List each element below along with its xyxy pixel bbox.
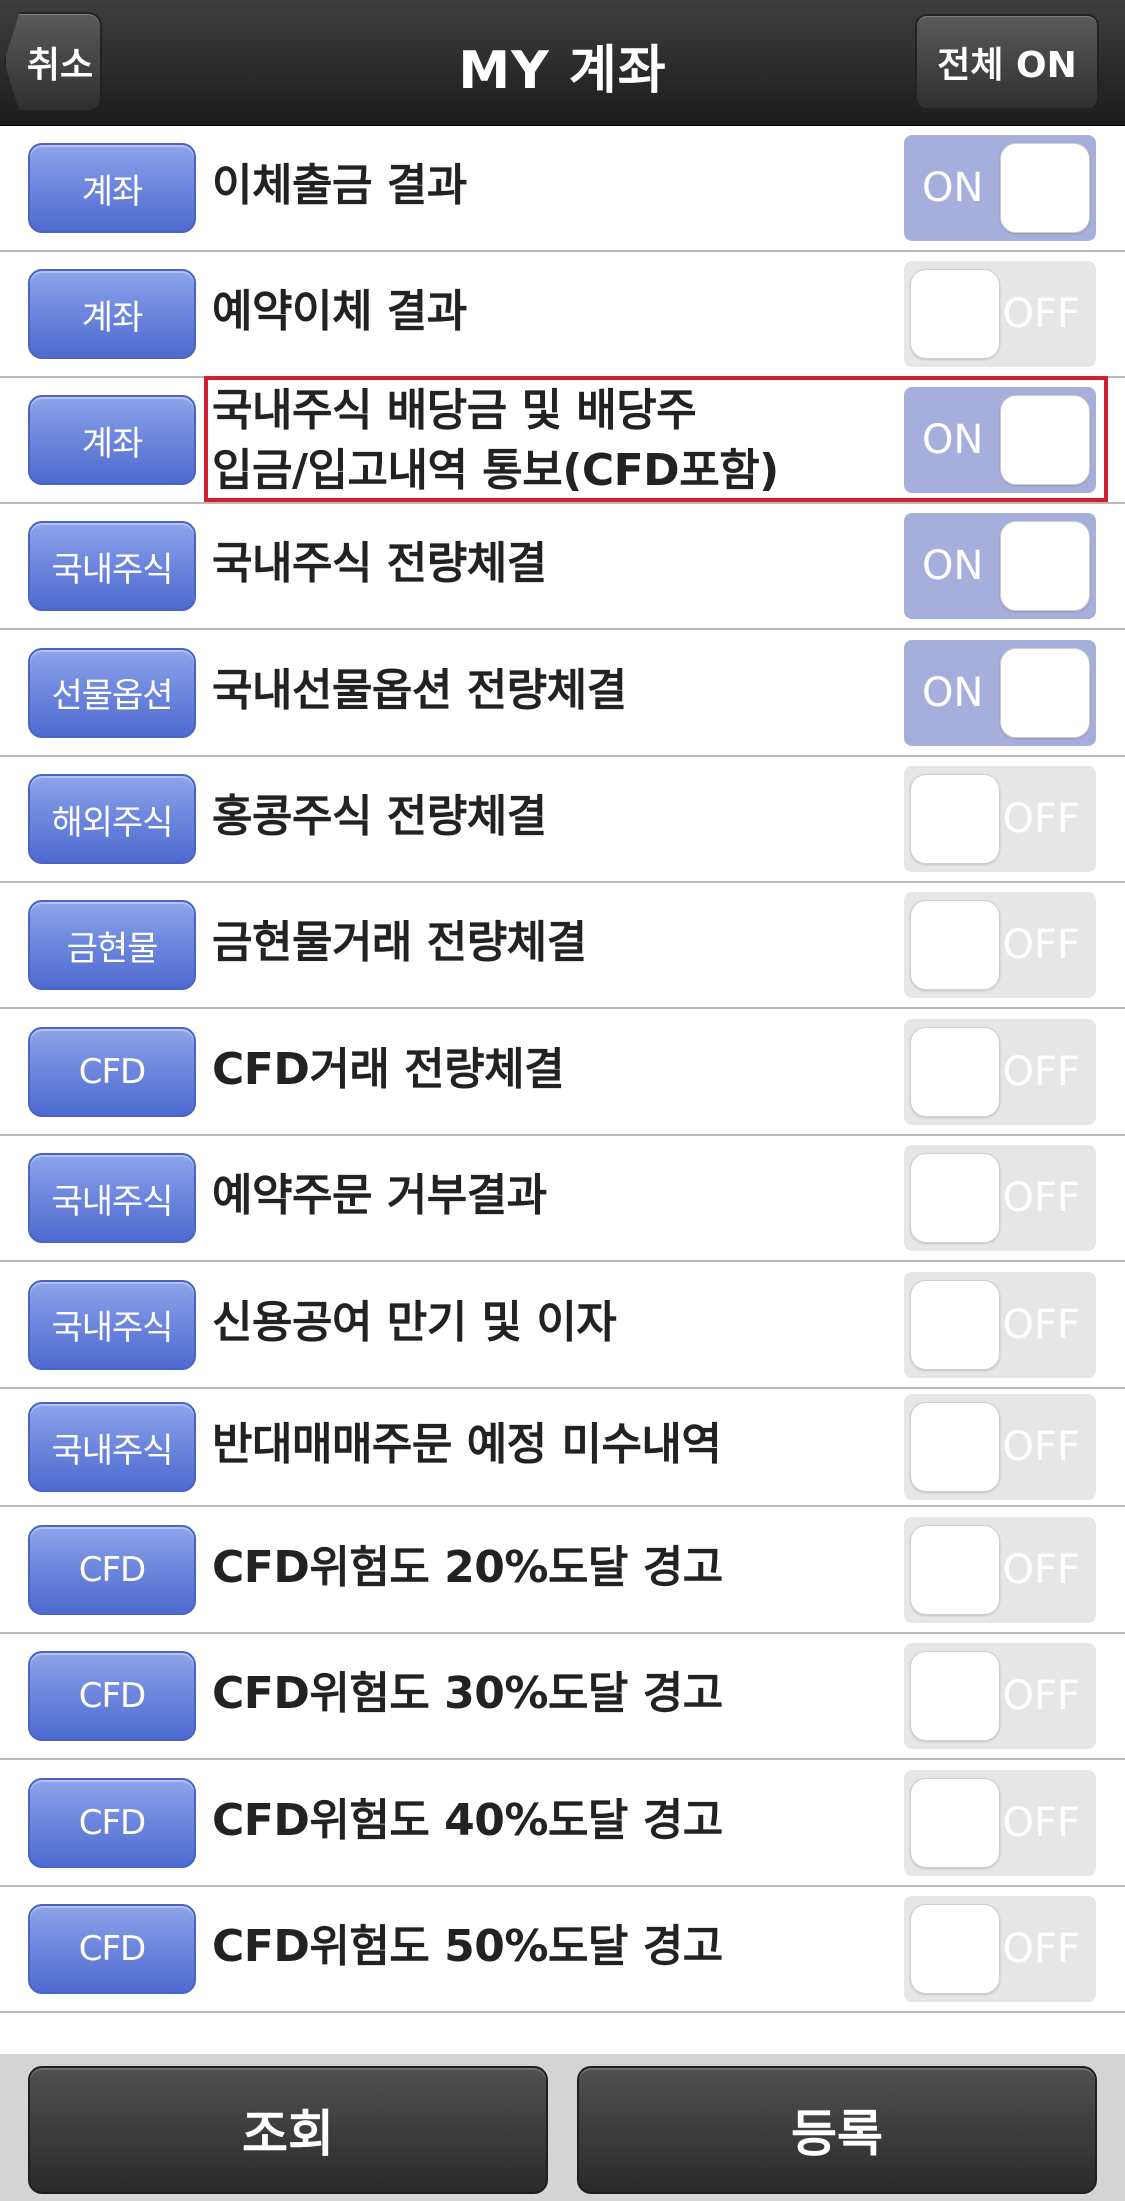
- list-item: 국내주식 반대매매주문 예정 미수내역 OFF: [0, 1389, 1125, 1507]
- item-label: 국내주식 배당금 및 배당주입금/입고내역 통보(CFD포함): [212, 381, 779, 501]
- category-tag: 국내주식: [28, 1279, 196, 1370]
- notification-toggle[interactable]: ON: [904, 639, 1096, 746]
- category-tag: 계좌: [28, 269, 196, 359]
- list-item: 계좌 국내주식 배당금 및 배당주 입금/입고내역 통보(CFD포함) ON: [0, 378, 1125, 504]
- toggle-knob[interactable]: [910, 900, 1000, 990]
- toggle-state-text: ON: [922, 543, 984, 589]
- category-tag: CFD: [28, 1524, 196, 1615]
- notification-toggle[interactable]: OFF: [904, 1018, 1096, 1125]
- notification-toggle[interactable]: OFF: [904, 1769, 1096, 1876]
- toggle-state-text: OFF: [1002, 796, 1081, 842]
- toggle-knob[interactable]: [910, 269, 1000, 359]
- category-tag: 국내주식: [28, 521, 196, 611]
- toggle-knob[interactable]: [910, 1524, 1000, 1615]
- list-item: CFD CFD위험도 20%도달 경고 OFF: [0, 1507, 1125, 1634]
- list-item: 금현물 금현물거래 전량체결 OFF: [0, 883, 1125, 1009]
- list-item: 선물옵션 국내선물옵션 전량체결 ON: [0, 630, 1125, 757]
- notification-toggle[interactable]: ON: [904, 135, 1096, 241]
- item-label: 국내선물옵션 전량체결: [212, 664, 627, 716]
- toggle-state-text: ON: [922, 417, 984, 463]
- list-item: 국내주식 신용공여 만기 및 이자 OFF: [0, 1262, 1125, 1389]
- item-label: 신용공여 만기 및 이자: [212, 1296, 617, 1348]
- category-tag: 계좌: [28, 143, 196, 233]
- toggle-knob[interactable]: [910, 1026, 1000, 1117]
- category-tag: 국내주식: [28, 1402, 196, 1492]
- notification-list: 계좌 이체출금 결과 ON 계좌 예약이체 결과 OFF 계좌 국내주식 배당금 및 배당주 입…: [0, 126, 1125, 2013]
- list-item: CFD CFD위험도 50%도달 경고 OFF: [0, 1887, 1125, 2013]
- category-tag: 금현물: [28, 900, 196, 990]
- list-item: 국내주식 국내주식 전량체결 ON: [0, 504, 1125, 630]
- toggle-knob[interactable]: [1000, 395, 1090, 485]
- toggle-state-text: OFF: [1002, 1424, 1081, 1470]
- item-label: CFD위험도 30%도달 경고: [212, 1668, 723, 1719]
- category-tag: CFD: [28, 1777, 196, 1868]
- toggle-state-text: OFF: [1002, 1799, 1081, 1846]
- list-item: 계좌 이체출금 결과 ON: [0, 126, 1125, 252]
- toggle-state-text: OFF: [1002, 1926, 1081, 1972]
- toggle-state-text: OFF: [1002, 922, 1081, 968]
- notification-toggle[interactable]: ON: [904, 387, 1096, 493]
- category-tag: CFD: [28, 1904, 196, 1994]
- item-label: CFD위험도 20%도달 경고: [212, 1541, 723, 1593]
- register-button[interactable]: 등록: [577, 2066, 1097, 2194]
- notification-toggle[interactable]: OFF: [904, 1516, 1096, 1623]
- toggle-knob[interactable]: [910, 1904, 1000, 1994]
- item-label: 홍콩주식 전량체결: [212, 791, 547, 842]
- toggle-knob[interactable]: [910, 1402, 1000, 1492]
- item-label-line2: 입금/입고내역 통보(CFD포함): [212, 445, 779, 496]
- list-item: CFD CFD거래 전량체결 OFF: [0, 1009, 1125, 1136]
- toggle-state-text: ON: [922, 669, 984, 716]
- item-label: 국내주식 전량체결: [212, 538, 547, 589]
- item-label: 예약주문 거부결과: [212, 1170, 547, 1221]
- toggle-state-text: OFF: [1002, 1175, 1081, 1221]
- toggle-state-text: OFF: [1002, 1673, 1081, 1719]
- toggle-knob[interactable]: [1000, 143, 1090, 233]
- item-label: CFD위험도 50%도달 경고: [212, 1921, 723, 1972]
- toggle-knob[interactable]: [910, 1279, 1000, 1370]
- notification-toggle[interactable]: OFF: [904, 1896, 1096, 2002]
- item-label: 금현물거래 전량체결: [212, 917, 587, 968]
- item-label: 반대매매주문 예정 미수내역: [212, 1419, 722, 1470]
- toggle-state-text: ON: [922, 165, 984, 211]
- item-label: CFD거래 전량체결: [212, 1043, 565, 1095]
- toggle-state-text: OFF: [1002, 291, 1081, 337]
- notification-toggle[interactable]: OFF: [904, 1145, 1096, 1251]
- toggle-knob[interactable]: [1000, 521, 1090, 611]
- notification-toggle[interactable]: ON: [904, 513, 1096, 619]
- bottom-bar: 조회 등록: [0, 2054, 1125, 2201]
- item-label: 예약이체 결과: [212, 286, 467, 337]
- list-item: 해외주식 홍콩주식 전량체결 OFF: [0, 757, 1125, 883]
- all-on-button[interactable]: 전체 ON: [915, 14, 1099, 110]
- item-label-line1: 국내주식 배당금 및 배당주: [212, 385, 697, 436]
- category-tag: CFD: [28, 1026, 196, 1117]
- toggle-knob[interactable]: [910, 1153, 1000, 1243]
- toggle-state-text: OFF: [1002, 1301, 1081, 1348]
- notification-toggle[interactable]: OFF: [904, 1643, 1096, 1749]
- query-button[interactable]: 조회: [28, 2066, 548, 2194]
- list-item: CFD CFD위험도 30%도달 경고 OFF: [0, 1634, 1125, 1760]
- category-tag: 국내주식: [28, 1153, 196, 1243]
- toggle-knob[interactable]: [910, 1777, 1000, 1868]
- item-label: 이체출금 결과: [212, 160, 467, 211]
- list-item: 계좌 예약이체 결과 OFF: [0, 252, 1125, 378]
- notification-toggle[interactable]: OFF: [904, 1271, 1096, 1378]
- toggle-state-text: OFF: [1002, 1048, 1081, 1095]
- category-tag: 선물옵션: [28, 647, 196, 738]
- list-item: CFD CFD위험도 40%도달 경고 OFF: [0, 1760, 1125, 1887]
- notification-toggle[interactable]: OFF: [904, 1394, 1096, 1500]
- category-tag: 해외주식: [28, 774, 196, 864]
- app-screen: 취소 MY 계좌 전체 ON 계좌 이체출금 결과 ON 계좌 예약이체 결과 OFF 계좌…: [0, 0, 1125, 2201]
- category-tag: CFD: [28, 1651, 196, 1741]
- category-tag: 계좌: [28, 395, 196, 485]
- toggle-knob[interactable]: [1000, 647, 1090, 738]
- toggle-state-text: OFF: [1002, 1546, 1081, 1593]
- notification-toggle[interactable]: OFF: [904, 892, 1096, 998]
- toggle-knob[interactable]: [910, 1651, 1000, 1741]
- item-label: CFD위험도 40%도달 경고: [212, 1794, 723, 1846]
- toggle-knob[interactable]: [910, 774, 1000, 864]
- notification-toggle[interactable]: OFF: [904, 766, 1096, 872]
- top-bar: 취소 MY 계좌 전체 ON: [0, 0, 1125, 126]
- list-item: 국내주식 예약주문 거부결과 OFF: [0, 1136, 1125, 1262]
- notification-toggle[interactable]: OFF: [904, 261, 1096, 367]
